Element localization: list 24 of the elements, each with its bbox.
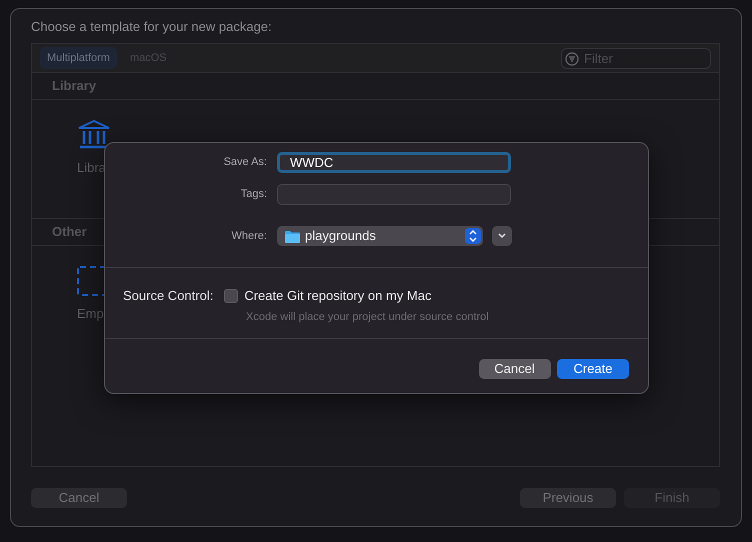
wizard-button[interactable]: Cancel — [31, 488, 127, 508]
filter-icon — [565, 52, 579, 66]
location-popup[interactable]: playgrounds — [277, 226, 483, 246]
stepper-icon — [465, 228, 481, 244]
tags-field[interactable] — [277, 184, 511, 205]
section-header: Library — [32, 73, 719, 100]
platform-tab[interactable]: Multiplatform — [40, 46, 117, 70]
field-label: Where: — [230, 228, 268, 244]
wizard-button[interactable]: Previous — [520, 488, 616, 508]
field-label: Save As: — [222, 155, 268, 170]
folder-icon — [285, 230, 300, 242]
create-button[interactable]: Create — [557, 359, 629, 379]
chevron-down-icon — [497, 233, 507, 239]
hint-text: Xcode will place your project under source control — [245, 310, 489, 324]
field-label: Tags: — [240, 187, 268, 202]
expand-button[interactable] — [492, 226, 512, 246]
template-label[interactable]: Emp — [77, 304, 107, 324]
cancel-button[interactable]: Cancel — [478, 359, 550, 379]
window-title: Choose a template for your new package: — [31, 18, 273, 36]
save-as-field[interactable]: WWDC — [277, 152, 511, 173]
checkbox[interactable] — [224, 288, 238, 303]
field-label: Source Control: — [123, 287, 214, 305]
columns-building-icon — [77, 120, 111, 150]
checkbox-label[interactable]: Create Git repository on my Mac — [244, 286, 432, 306]
